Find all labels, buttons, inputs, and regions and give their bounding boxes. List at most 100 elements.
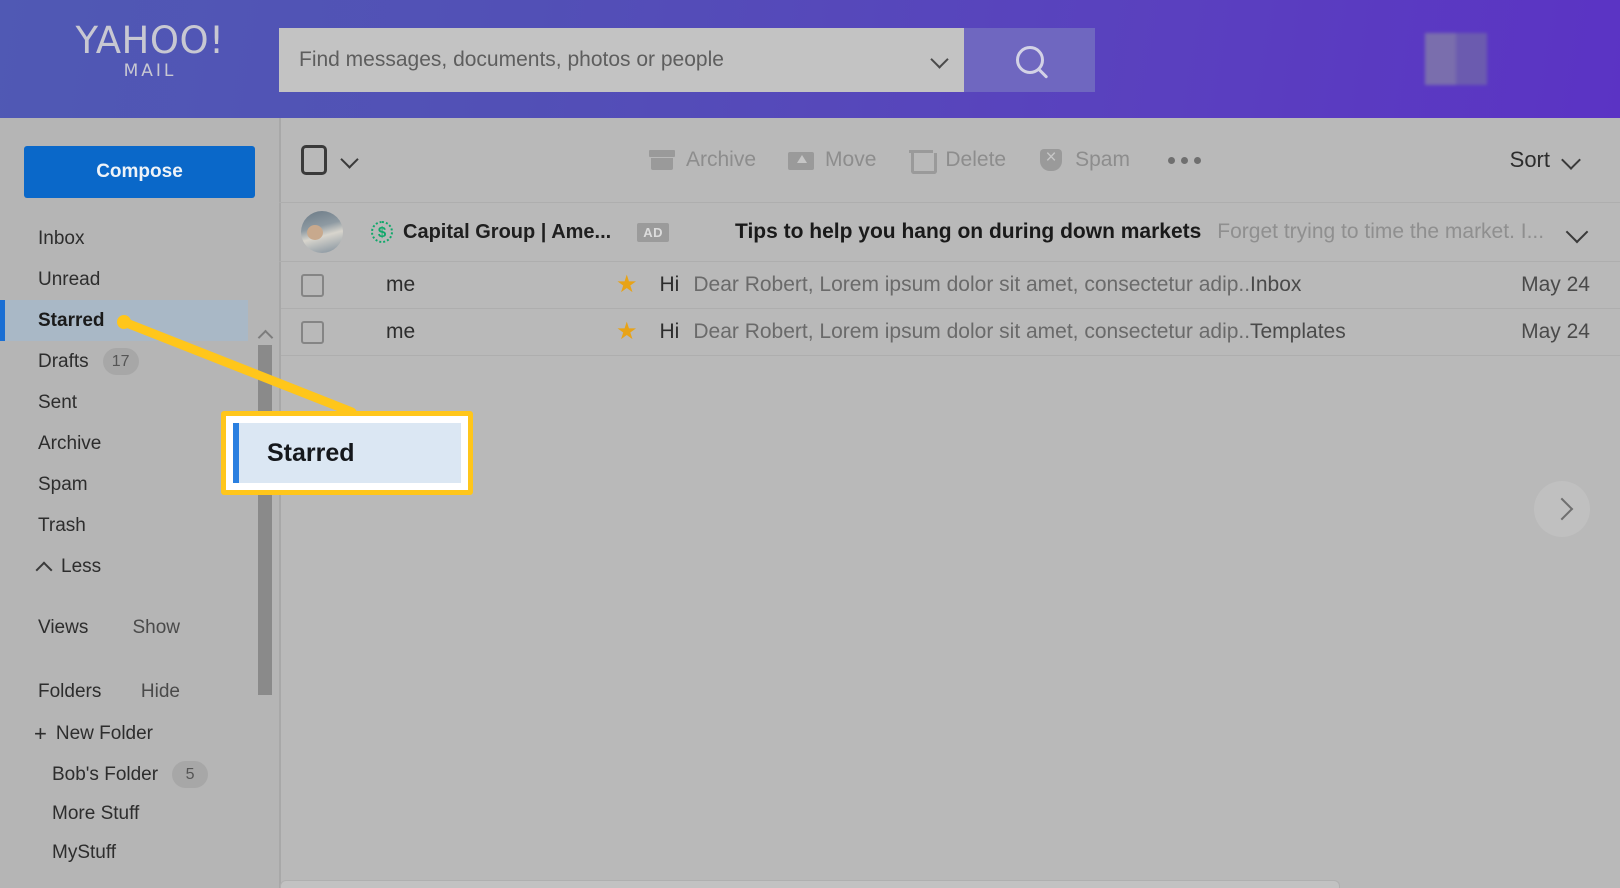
sidebar-item-unread[interactable]: Unread [0,259,248,300]
folder-item-bobs-folder[interactable]: Bob's Folder 5 [0,755,248,794]
sidebar-item-label: Spam [38,473,88,495]
yahoo-mail-logo[interactable]: YAHOO! MAIL [70,22,230,94]
scroll-up-arrow-icon[interactable] [259,328,272,339]
sponsored-ad-row[interactable]: $ Capital Group | Ame... AD Tips to help… [279,202,1620,262]
logo-yahoo-text: YAHOO! [75,19,225,62]
archive-icon [649,147,675,173]
dot [1193,156,1201,164]
archive-label: Archive [686,148,757,171]
ad-expand-chevron-down-icon[interactable] [1566,221,1588,243]
row-checkbox[interactable] [301,273,324,297]
sort-button[interactable]: Sort [1510,147,1580,173]
star-icon[interactable]: ★ [616,320,638,344]
ad-badge: AD [637,222,669,242]
sidebar-item-inbox[interactable]: Inbox [0,218,248,259]
search-bar [279,28,1095,92]
row-date: May 24 [1521,273,1590,296]
folder-label: MyStuff [52,841,117,863]
drafts-count-badge: 17 [102,348,139,375]
plus-icon: + [34,721,47,746]
row-subject: Hi [659,320,680,343]
views-label: Views [38,617,89,638]
sidebar-section-folders[interactable]: Folders Hide [0,671,248,713]
move-button[interactable]: Move [788,147,876,173]
star-icon[interactable]: ★ [616,273,638,297]
search-box [279,28,964,92]
search-dropdown-chevron-down-icon[interactable] [930,50,950,70]
message-list-pane: Archive Move Delete Spam [279,118,1620,888]
annotation-callout-inner: Starred [233,423,461,483]
spam-button[interactable]: Spam [1038,145,1130,173]
move-folder-icon [788,147,815,173]
table-row[interactable]: me ★ Hi Dear Robert, Lorem ipsum dolor s… [279,309,1620,356]
sidebar-item-label: Archive [38,432,102,454]
sidebar-item-trash[interactable]: Trash [0,505,248,546]
spam-shield-icon [1038,145,1064,173]
folder-label: More Stuff [52,802,140,824]
ad-avatar [301,211,343,253]
ad-preview: Forget trying to time the market. I... [1217,220,1545,243]
archive-button[interactable]: Archive [649,147,756,173]
sidebar-scrollbar[interactable] [255,328,275,696]
sidebar-item-label: Trash [38,514,86,536]
ad-brand: $ Capital Group | Ame... AD [371,221,669,244]
views-show-action[interactable]: Show [132,617,180,639]
compose-button[interactable]: Compose [24,146,255,198]
sort-chevron-down-icon [1562,151,1580,169]
select-all-checkbox[interactable] [301,145,327,175]
row-sender: me [386,273,416,296]
row-folder: Inbox [1250,273,1302,296]
logo-mail-text: MAIL [123,61,177,81]
row-folder: Templates [1250,320,1346,343]
select-all-chevron-down-icon[interactable] [341,151,359,169]
sidebar-less-toggle[interactable]: Less [0,546,248,587]
yahoo-mail-app: YAHOO! MAIL Compose Inbox Unread Starr [0,0,1620,888]
new-folder-button[interactable]: + New Folder [0,713,248,755]
sidebar-item-label: Unread [38,268,101,290]
message-toolbar: Archive Move Delete Spam [279,118,1620,202]
folder-item-mystuff[interactable]: MyStuff [0,833,248,872]
sidebar-item-spam[interactable]: Spam [0,464,248,505]
sidebar-item-drafts[interactable]: Drafts 17 [0,341,248,382]
sidebar-item-label: Starred [38,309,105,331]
ad-subject: Tips to help you hang on during down mar… [735,220,1202,243]
trash-icon [908,147,938,174]
scrollbar-thumb[interactable] [258,345,272,695]
table-row[interactable]: me ★ Hi Dear Robert, Lorem ipsum dolor s… [279,262,1620,309]
dot [1180,156,1188,164]
sidebar-less-label: Less [61,555,102,577]
sort-label: Sort [1509,147,1550,172]
sidebar-item-label: Inbox [38,227,85,249]
sidebar: Compose Inbox Unread Starred Drafts 17 S… [0,118,279,888]
folders-hide-action[interactable]: Hide [141,681,180,703]
sidebar-item-starred[interactable]: Starred [0,300,248,341]
next-page-chevron-right-icon[interactable] [1534,481,1590,537]
row-sender: me [386,320,416,343]
app-header: YAHOO! MAIL [0,0,1620,118]
more-actions-button[interactable] [1167,156,1201,164]
sidebar-item-label: Sent [38,391,78,413]
row-checkbox[interactable] [301,320,324,344]
delete-button[interactable]: Delete [908,147,1006,174]
search-icon [1015,46,1044,74]
move-label: Move [825,148,877,171]
folder-item-more-stuff[interactable]: More Stuff [0,794,248,833]
sidebar-item-sent[interactable]: Sent [0,382,248,423]
folders-label: Folders [38,681,102,702]
row-preview: Dear Robert, Lorem ipsum dolor sit amet,… [693,320,1250,343]
row-subject: Hi [659,273,680,296]
search-button[interactable] [964,28,1095,92]
search-input[interactable] [299,48,922,72]
annotation-callout-label: Starred [267,438,355,467]
sidebar-item-archive[interactable]: Archive [0,423,248,464]
message-list: $ Capital Group | Ame... AD Tips to help… [279,202,1620,356]
chevron-up-icon [38,560,51,573]
toolbar-actions: Archive Move Delete Spam [649,145,1201,174]
account-avatar[interactable] [1425,33,1487,85]
bottom-panel-strip [280,880,1340,888]
spam-label: Spam [1075,148,1130,171]
folder-label: Bob's Folder [52,763,159,785]
sidebar-item-label: Drafts [38,350,89,372]
sidebar-nav: Inbox Unread Starred Drafts 17 Sent Arch… [0,218,248,872]
sidebar-section-views[interactable]: Views Show [0,607,248,649]
